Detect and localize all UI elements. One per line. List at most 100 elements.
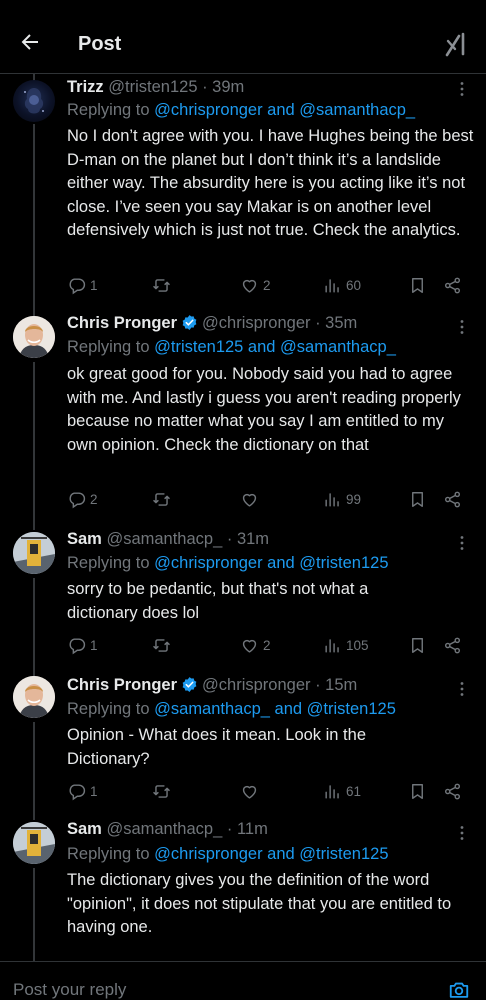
reply-button[interactable]: 1: [67, 780, 98, 802]
replying-to-users[interactable]: @chrispronger and @tristen125: [154, 554, 388, 572]
tweet-time: · 15m: [315, 676, 358, 694]
avatar-image: [13, 676, 55, 718]
heart-icon: [242, 493, 257, 507]
author-name[interactable]: Sam: [67, 530, 102, 548]
views-button[interactable]: 99: [323, 488, 361, 510]
more-icon[interactable]: [454, 681, 470, 697]
reply-count: 1: [90, 637, 98, 653]
reply-button[interactable]: 1: [67, 634, 98, 656]
page-title: Post: [78, 33, 122, 55]
tweet-actions: 1 2 105: [67, 634, 467, 656]
tweet[interactable]: Chris Pronger @chrispronger · 15m Replyin…: [0, 674, 486, 810]
repost-icon: [153, 638, 170, 652]
bookmark-button[interactable]: [408, 634, 431, 656]
reply-icon: [69, 277, 86, 294]
tweet-text: Opinion - What does it mean. Look in the…: [67, 726, 366, 768]
verified-badge-icon: [182, 677, 197, 692]
replying-to-label: Replying to: [67, 845, 155, 863]
reply-button[interactable]: 1: [67, 274, 98, 296]
views-button[interactable]: 61: [323, 780, 361, 802]
replying-to-label: Replying to: [67, 700, 155, 718]
tweet-actions: 2 99: [67, 488, 467, 510]
avatar[interactable]: [13, 676, 55, 718]
views-button[interactable]: 105: [323, 634, 369, 656]
share-button[interactable]: [443, 488, 466, 510]
tweet[interactable]: Sam @samanthacp_ · 11m Replying to @chri…: [0, 820, 486, 960]
bookmark-button[interactable]: [408, 780, 431, 802]
author-name[interactable]: Sam: [67, 820, 102, 838]
author-handle[interactable]: @tristen125: [108, 78, 197, 96]
tweet[interactable]: Trizz @tristen125 · 39m Replying to @chr…: [0, 74, 486, 304]
share-icon: [444, 783, 461, 799]
author-name[interactable]: Trizz: [67, 78, 104, 96]
reply-composer: Post your reply: [0, 961, 486, 1000]
repost-button[interactable]: [152, 780, 175, 802]
author-handle[interactable]: @chrispronger: [202, 676, 310, 694]
repost-button[interactable]: [152, 488, 175, 510]
replying-to-users[interactable]: @chrispronger and @tristen125: [154, 845, 388, 863]
author-handle[interactable]: @chrispronger: [202, 314, 310, 332]
author-handle[interactable]: @samanthacp_: [106, 820, 222, 838]
bookmark-icon: [412, 491, 423, 507]
replying-to: Replying to @tristen125 and @samanthacp_: [67, 338, 396, 357]
avatar[interactable]: [13, 80, 55, 122]
avatar[interactable]: [13, 532, 55, 574]
tweet-text: No I don’t agree with you. I have Hughes…: [67, 127, 474, 239]
camera-icon[interactable]: [448, 979, 470, 1000]
bookmark-button[interactable]: [408, 274, 431, 296]
tweet-author: Sam @samanthacp_ · 31m: [67, 530, 269, 549]
like-button[interactable]: 2: [240, 274, 271, 296]
avatar-image: [24, 88, 44, 114]
views-icon: [325, 278, 339, 293]
reply-icon: [69, 491, 86, 508]
back-arrow-icon[interactable]: [18, 30, 42, 54]
share-icon: [444, 491, 461, 507]
bookmark-button[interactable]: [408, 488, 431, 510]
avatar[interactable]: [13, 822, 55, 864]
avatar[interactable]: [13, 316, 55, 358]
view-count: 60: [346, 277, 362, 293]
tweet-author: Chris Pronger @chrispronger · 35m: [67, 314, 357, 333]
reply-count: 2: [90, 491, 98, 507]
like-count: 2: [263, 277, 271, 293]
like-button[interactable]: [240, 780, 263, 802]
tweet[interactable]: Sam @samanthacp_ · 31m Replying to @chri…: [0, 528, 486, 664]
avatar-image: [13, 316, 55, 358]
tweet[interactable]: Chris Pronger @chrispronger · 35m Replyin…: [0, 312, 486, 518]
views-icon: [325, 784, 339, 799]
author-name[interactable]: Chris Pronger: [67, 676, 177, 694]
heart-icon: [242, 279, 257, 293]
more-icon[interactable]: [454, 535, 470, 551]
repost-button[interactable]: [152, 274, 175, 296]
like-button[interactable]: 2: [240, 634, 271, 656]
tweet-author: Trizz @tristen125 · 39m: [67, 78, 244, 97]
author-name[interactable]: Chris Pronger: [67, 314, 177, 332]
replying-to-users[interactable]: @chrispronger and @samanthacp_: [154, 101, 415, 119]
author-handle[interactable]: @samanthacp_: [106, 530, 222, 548]
share-button[interactable]: [443, 634, 466, 656]
replying-to-users[interactable]: @tristen125 and @samanthacp_: [154, 338, 396, 356]
tweet-text: ok great good for you. Nobody said you h…: [67, 365, 461, 454]
tweet-time: · 35m: [315, 314, 358, 332]
views-icon: [325, 638, 339, 653]
grok-icon[interactable]: [444, 31, 470, 57]
tweet-author: Chris Pronger @chrispronger · 15m: [67, 676, 357, 695]
share-button[interactable]: [443, 780, 466, 802]
repost-button[interactable]: [152, 634, 175, 656]
replying-to-users[interactable]: @samanthacp_ and @tristen125: [154, 700, 396, 718]
replying-to-label: Replying to: [67, 338, 155, 356]
share-icon: [444, 637, 461, 653]
repost-icon: [153, 492, 170, 506]
avatar-image: [13, 532, 55, 574]
reply-input[interactable]: Post your reply: [13, 980, 126, 1000]
bookmark-icon: [412, 783, 423, 799]
more-icon[interactable]: [454, 319, 470, 335]
more-icon[interactable]: [454, 825, 470, 841]
reply-button[interactable]: 2: [67, 488, 98, 510]
replying-to: Replying to @chrispronger and @samanthac…: [67, 101, 415, 120]
share-button[interactable]: [443, 274, 466, 296]
like-button[interactable]: [240, 488, 263, 510]
view-count: 105: [346, 637, 369, 653]
views-button[interactable]: 60: [323, 274, 361, 296]
more-icon[interactable]: [454, 81, 470, 97]
